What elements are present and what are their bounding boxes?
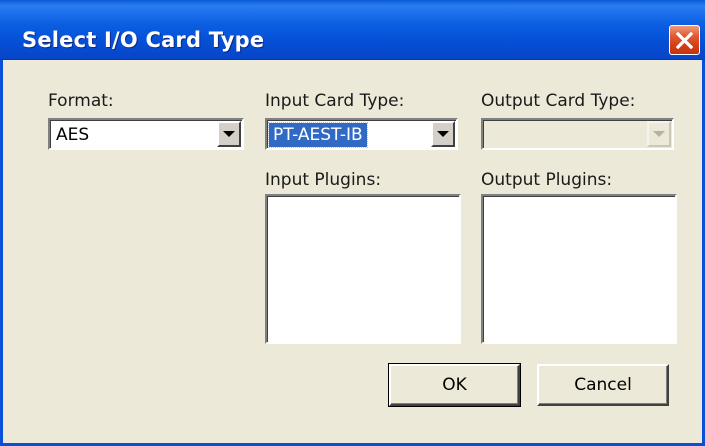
chevron-down-icon <box>223 131 235 137</box>
dialog-title: Select I/O Card Type <box>22 28 265 52</box>
input-card-type-dropdown-button[interactable] <box>431 121 455 147</box>
input-card-type-label: Input Card Type: <box>265 91 405 111</box>
chevron-down-icon <box>653 131 665 137</box>
output-plugins-label: Output Plugins: <box>481 170 613 190</box>
select-io-card-type-dialog: Select I/O Card Type Format: AES Input C… <box>0 0 705 446</box>
input-plugins-label: Input Plugins: <box>265 170 382 190</box>
chevron-down-icon <box>437 131 449 137</box>
format-label: Format: <box>48 91 114 111</box>
output-card-type-label: Output Card Type: <box>481 91 636 111</box>
close-button[interactable] <box>669 25 700 55</box>
input-plugins-list[interactable] <box>265 194 461 344</box>
format-dropdown-value: AES <box>56 125 90 145</box>
output-card-type-dropdown[interactable] <box>481 118 674 150</box>
cancel-button[interactable]: Cancel <box>537 364 669 406</box>
close-icon <box>676 32 693 49</box>
output-card-type-dropdown-value <box>485 123 493 147</box>
input-card-type-dropdown-value: PT-AEST-IB <box>268 122 368 148</box>
ok-button[interactable]: OK <box>388 363 521 407</box>
output-plugins-list[interactable] <box>481 194 677 344</box>
title-bar[interactable]: Select I/O Card Type <box>0 0 705 60</box>
output-card-type-dropdown-button[interactable] <box>647 121 671 147</box>
format-dropdown-button[interactable] <box>217 121 241 147</box>
input-card-type-dropdown[interactable]: PT-AEST-IB <box>265 118 458 150</box>
format-dropdown[interactable]: AES <box>48 118 244 150</box>
